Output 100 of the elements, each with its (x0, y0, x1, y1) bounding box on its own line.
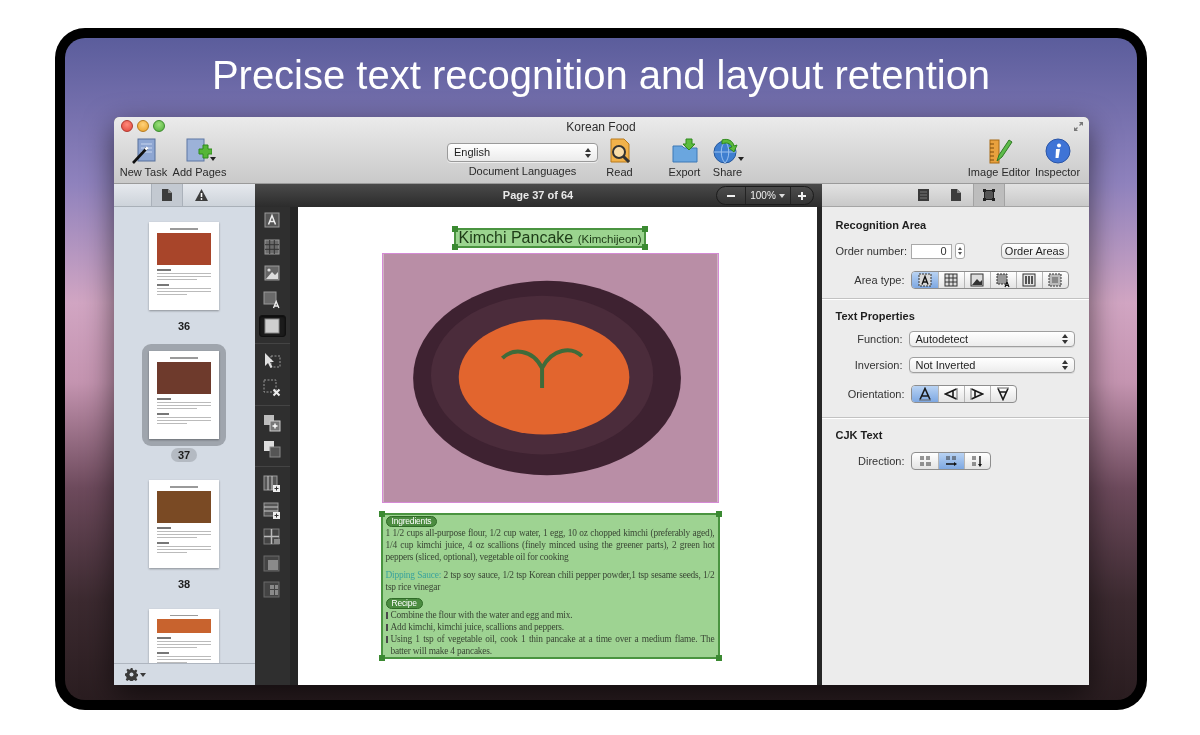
stepper-button[interactable] (954, 243, 965, 259)
inversion-dropdown[interactable]: Not Inverted (908, 357, 1075, 373)
page-number: 38 (176, 577, 192, 591)
dropdown-value: English (454, 145, 491, 161)
minus-icon (726, 194, 735, 197)
grid-icon (943, 272, 959, 288)
page-number: 37 (170, 448, 198, 462)
add-pages-button[interactable]: Add Pages (171, 135, 228, 179)
resize-handle[interactable] (641, 244, 648, 250)
letter-a-dashed-box-icon (916, 272, 933, 288)
page-number: 36 (176, 319, 192, 333)
page-indicator: Page 37 of 64 (502, 188, 574, 204)
nested-square-icon (263, 554, 281, 573)
headline: Precise text recognition and layout retention (211, 52, 991, 98)
resize-handle[interactable] (641, 226, 648, 232)
resize-handle[interactable] (378, 655, 385, 661)
inspector-button[interactable]: Inspector (1032, 135, 1083, 179)
vertical-bars-icon (1021, 272, 1037, 288)
new-task-button[interactable]: New Task (115, 135, 172, 179)
plus-icon (797, 191, 806, 200)
field-label: Inversion: (853, 358, 903, 372)
up-down-chevron-icon (1061, 334, 1068, 344)
letter-a-box-icon (263, 211, 281, 229)
export-button[interactable]: Export (661, 135, 708, 179)
zoom-button[interactable] (152, 120, 165, 132)
page-icon (951, 189, 961, 201)
close-button[interactable] (120, 120, 133, 132)
selected-text-area[interactable] (380, 513, 720, 659)
vertical-text-arrow-icon (970, 454, 984, 468)
square-icon (263, 317, 281, 335)
segment-button[interactable] (937, 453, 964, 469)
field-label: Orientation: (846, 387, 905, 401)
columns-plus-icon (263, 475, 281, 493)
dashed-box-x-icon (263, 378, 281, 397)
grid-icon (263, 237, 281, 256)
caret-icon (778, 193, 785, 198)
inspector-tab[interactable] (973, 184, 1005, 206)
wand-page-icon (129, 137, 158, 165)
letter-a-left-icon (944, 387, 958, 401)
minimize-button[interactable] (136, 120, 149, 132)
bullet-icon (385, 624, 388, 631)
dropdown-value: Autodetect (915, 332, 969, 346)
field-label: Area type: (853, 273, 905, 287)
dropdown-caption: Document Languages (468, 165, 577, 178)
zoom-dropdown[interactable]: 100% (744, 187, 791, 204)
tool-button[interactable] (258, 315, 286, 337)
bullet-icon (385, 612, 388, 619)
section-tag: Ingredients (385, 516, 438, 527)
recipe-step: Using 1 tsp of vegetable oil, cook 1 thin pancake at a time over a medium flame. The batter will make 4 pancakes. (390, 633, 715, 657)
function-dropdown[interactable]: Autodetect (908, 331, 1075, 347)
dropdown-value: Not Inverted (915, 358, 976, 372)
fullscreen-icon[interactable] (1072, 120, 1084, 132)
character-grid-icon (917, 454, 932, 468)
cross-grid-icon (263, 528, 281, 546)
recipe-step: Add kimchi, kimchi juice, scallions and peppers. (390, 621, 564, 633)
window-title: Korean Food (566, 119, 636, 134)
up-down-chevron-icon (1061, 360, 1068, 370)
letter-a-upside-down-icon (996, 387, 1010, 401)
letter-a-right-icon (970, 387, 984, 401)
up-down-arrows-icon (957, 247, 962, 255)
caret-icon (139, 672, 146, 677)
globe-arrow-icon (711, 137, 740, 165)
resize-handle[interactable] (715, 655, 722, 661)
letter-a-upright-icon (917, 387, 932, 401)
horizontal-text-arrow-icon (944, 454, 958, 468)
text-lines-icon (917, 189, 929, 201)
image-editor-button[interactable]: Image Editor (965, 135, 1033, 179)
read-button[interactable]: Read (599, 135, 640, 179)
up-down-chevron-icon (585, 147, 591, 158)
ingredients-text: 1 1/2 cups all-purpose flour, 1/2 cup water, 1 egg, 10 oz chopped kimchi (preferably aged), 1/4 cup kimchi juice, 4 oz scallions (finely minced using the greener parts), 2 green hot peppers (sliced, optional), vegetable oil for cooking (385, 527, 715, 563)
recipe-step: Combine the flour with the water and egg and mix. (390, 609, 573, 621)
overlapping-squares-plus-icon (263, 413, 281, 432)
resize-handle[interactable] (715, 511, 722, 517)
area-frame-icon (983, 189, 995, 201)
rows-plus-icon (263, 501, 281, 520)
resize-handle[interactable] (378, 511, 385, 517)
segment-button[interactable] (911, 272, 938, 288)
page-thumbnail[interactable] (142, 344, 226, 446)
field-label: Direction: (857, 454, 905, 468)
square-letter-a-icon (263, 290, 281, 309)
resize-handle[interactable] (452, 226, 459, 232)
pages-tab[interactable] (151, 184, 183, 206)
share-button[interactable]: Share (707, 135, 748, 179)
page-preview-drawing (149, 609, 219, 663)
field-label: Order number: (835, 244, 905, 258)
settings-menu-button[interactable] (124, 668, 146, 681)
bullet-icon (385, 636, 388, 643)
warning-icon (194, 189, 208, 201)
section-title: Text Properties (835, 309, 916, 323)
resize-handle[interactable] (452, 244, 459, 250)
picture-icon (969, 272, 985, 288)
page-icon (162, 189, 172, 201)
order-number-field[interactable]: 0 (910, 243, 952, 259)
language-dropdown[interactable]: English (447, 143, 598, 162)
field-label: Function: (856, 332, 903, 346)
section-title: CJK Text (835, 428, 884, 442)
small-grid-icon (263, 581, 281, 599)
picture-icon (263, 264, 281, 282)
order-areas-button[interactable]: Order Areas (1000, 243, 1069, 259)
segment-button[interactable] (911, 386, 938, 402)
